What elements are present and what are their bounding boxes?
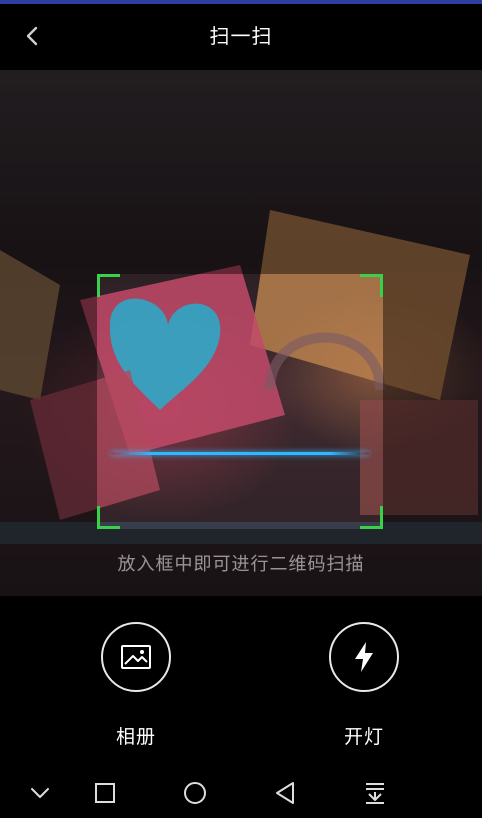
square-icon bbox=[95, 783, 115, 803]
nav-hide-button[interactable] bbox=[25, 778, 55, 808]
action-bar: 相册 开灯 bbox=[0, 596, 482, 766]
scan-frame bbox=[97, 274, 383, 529]
page-title: 扫一扫 bbox=[209, 24, 273, 48]
scan-hint: 放入框中即可进行二维码扫描 bbox=[117, 554, 365, 575]
scan-mask-right bbox=[383, 274, 482, 529]
album-label: 相册 bbox=[115, 726, 156, 748]
chevron-down-icon bbox=[31, 788, 49, 798]
chevron-left-icon bbox=[26, 26, 38, 46]
circle-icon bbox=[184, 782, 206, 804]
notification-pull-icon bbox=[366, 783, 384, 804]
image-icon bbox=[121, 645, 151, 669]
lightning-icon bbox=[355, 642, 373, 672]
scan-line bbox=[111, 452, 369, 455]
nav-back-button[interactable] bbox=[270, 778, 300, 808]
scan-mask-top bbox=[0, 70, 482, 274]
frame-corner-bottom-left bbox=[97, 506, 120, 529]
triangle-back-icon bbox=[276, 782, 294, 804]
scan-mask-left bbox=[0, 274, 97, 529]
camera-preview: 放入框中即可进行二维码扫描 bbox=[0, 70, 482, 596]
album-button-circle[interactable] bbox=[101, 622, 171, 692]
flashlight-button[interactable]: 开灯 bbox=[304, 622, 424, 749]
frame-corner-bottom-right bbox=[360, 506, 383, 529]
nav-recents-button[interactable] bbox=[90, 778, 120, 808]
system-nav-bar bbox=[0, 766, 482, 818]
album-button[interactable]: 相册 bbox=[76, 622, 196, 749]
nav-notification-button[interactable] bbox=[360, 778, 390, 808]
frame-corner-top-left bbox=[97, 274, 120, 297]
back-button[interactable] bbox=[14, 18, 50, 54]
flashlight-button-circle[interactable] bbox=[329, 622, 399, 692]
nav-home-button[interactable] bbox=[180, 778, 210, 808]
scan-screen: 扫一扫 放入框中即可进行二维码扫描 相册 开灯 bbox=[0, 0, 482, 818]
flashlight-label: 开灯 bbox=[343, 726, 384, 748]
header-bar: 扫一扫 bbox=[0, 4, 482, 68]
frame-corner-top-right bbox=[360, 274, 383, 297]
